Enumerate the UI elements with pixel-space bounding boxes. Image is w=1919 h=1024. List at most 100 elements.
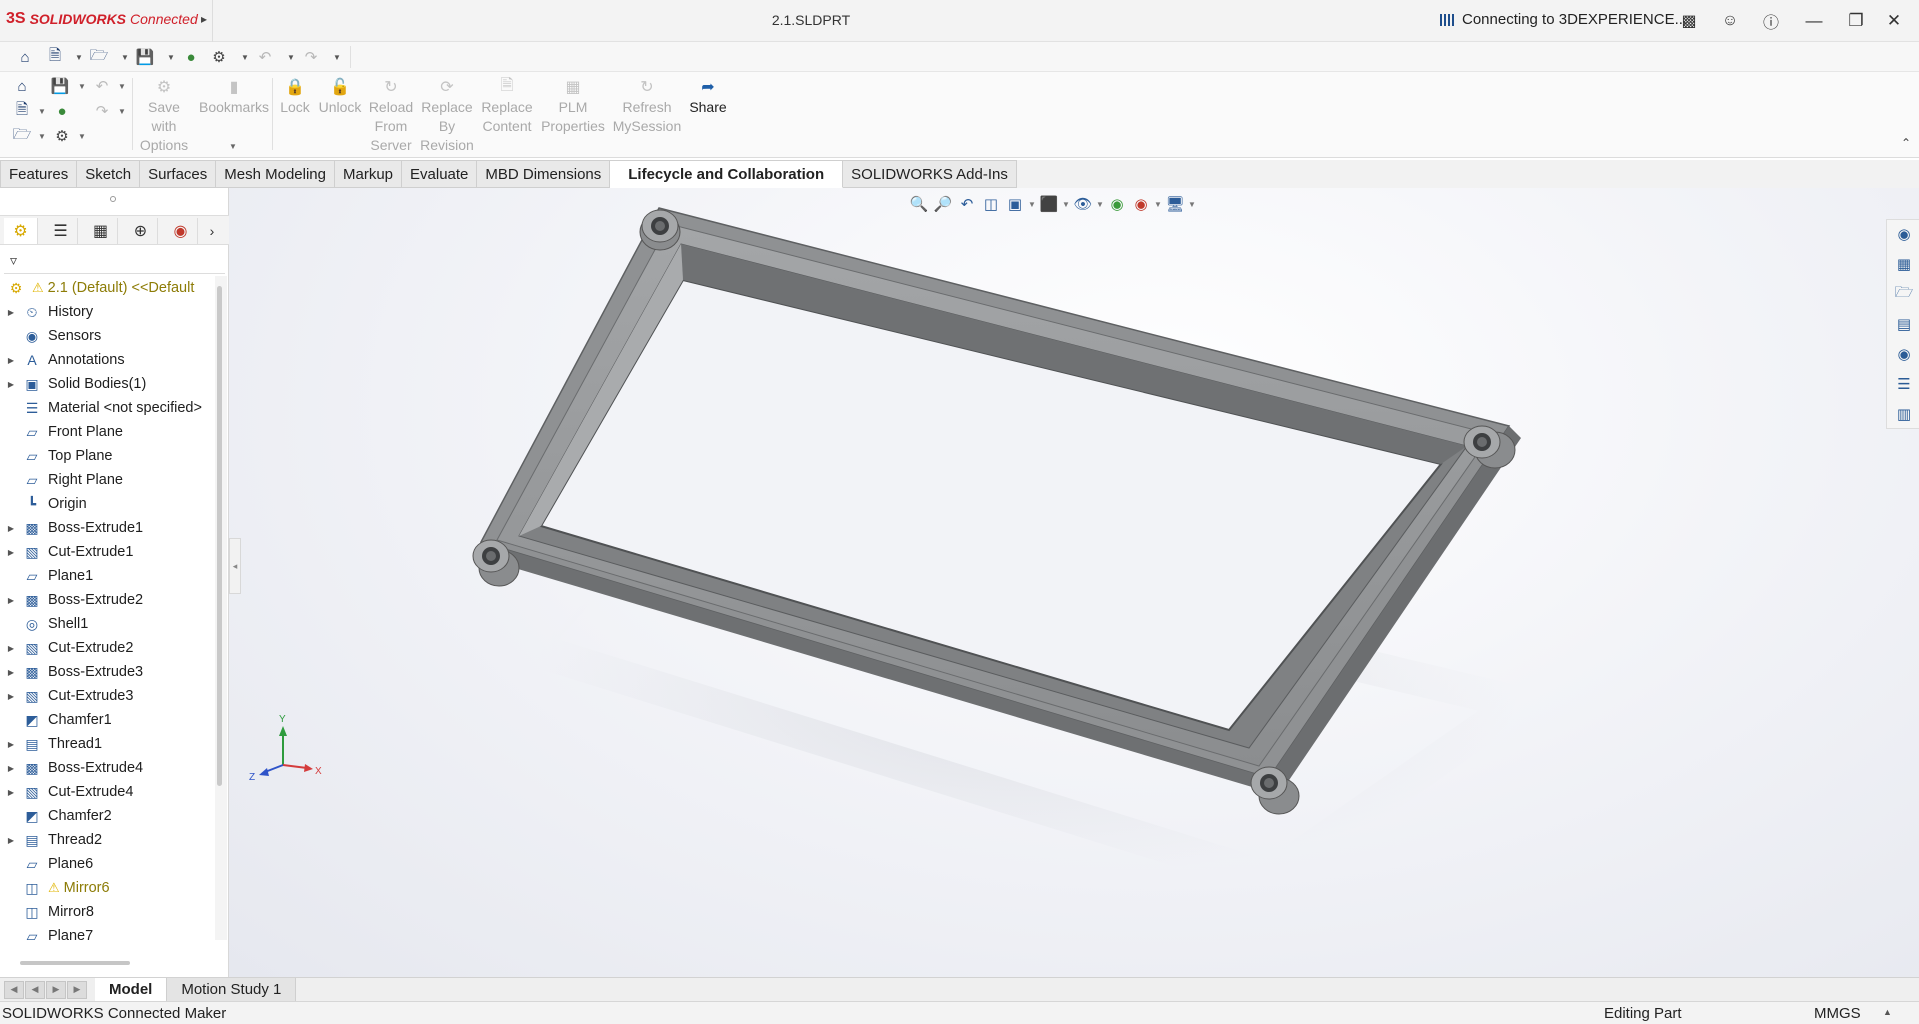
tree-horizontal-scrollbar[interactable]: [20, 961, 130, 965]
new-document-icon[interactable]: 🗎: [12, 101, 32, 121]
close-button[interactable]: ✕: [1880, 8, 1908, 34]
scrollbar-thumb[interactable]: [217, 286, 222, 786]
tree-item[interactable]: ▱ Right Plane: [0, 468, 215, 492]
tree-item[interactable]: ▱ Plane6: [0, 852, 215, 876]
expand-arrow-icon[interactable]: ▶: [0, 308, 22, 317]
view-orientation-dropdown-icon[interactable]: ▼: [1028, 200, 1036, 209]
minimize-button[interactable]: —: [1800, 8, 1828, 34]
dynamic-annotation-icon[interactable]: ▣: [1004, 193, 1026, 215]
expand-arrow-icon[interactable]: ▶: [0, 644, 22, 653]
zoom-to-area-icon[interactable]: 🔎: [932, 193, 954, 215]
traffic-light-icon[interactable]: ●: [52, 101, 72, 121]
design-library-icon[interactable]: ▦: [1894, 254, 1914, 274]
save-icon[interactable]: 💾: [50, 76, 70, 96]
user-icon[interactable]: ☺: [1718, 9, 1742, 33]
save-dropdown-icon[interactable]: ▼: [166, 46, 176, 68]
undo-dropdown-icon[interactable]: ▼: [118, 82, 126, 91]
bookmarks-dropdown-icon[interactable]: ▼: [229, 142, 237, 151]
solidworks-logo[interactable]: 3S SOLIDWORKS Connected: [6, 10, 198, 28]
prev-tab-icon[interactable]: ◀: [25, 980, 45, 999]
expand-arrow-icon[interactable]: ▶: [0, 788, 22, 797]
bookmarks-button[interactable]: ▮ Bookmarks: [198, 76, 270, 117]
property-manager-icon[interactable]: ☰: [44, 218, 78, 244]
tree-item[interactable]: ◉ Sensors: [0, 324, 215, 348]
appearances-icon[interactable]: ◉: [1894, 344, 1914, 364]
section-view-icon[interactable]: ◫: [980, 193, 1002, 215]
display-style-dropdown-icon[interactable]: ▼: [1062, 200, 1070, 209]
home-icon[interactable]: ⌂: [14, 46, 36, 68]
tree-item[interactable]: ▱ Top Plane: [0, 444, 215, 468]
graphics-area[interactable]: Y X Z: [229, 160, 1919, 977]
help-icon[interactable]: ⓘ: [1759, 9, 1783, 33]
expand-arrow-icon[interactable]: ▶: [0, 668, 22, 677]
tree-item[interactable]: ▶ ▩ Boss-Extrude4: [0, 756, 215, 780]
expand-tabs-icon[interactable]: ›: [200, 218, 224, 244]
plm-properties-button[interactable]: ▦ PLM Properties: [538, 76, 608, 136]
apply-scene-icon[interactable]: ◉: [1130, 193, 1152, 215]
scene-dropdown-icon[interactable]: ▼: [1154, 200, 1162, 209]
tree-item[interactable]: ▶ ▧ Cut-Extrude2: [0, 636, 215, 660]
unit-system[interactable]: MMGS: [1814, 1005, 1861, 1022]
expand-arrow-icon[interactable]: ▶: [0, 836, 22, 845]
tree-item[interactable]: ◩ Chamfer2: [0, 804, 215, 828]
next-tab-icon[interactable]: ▶: [46, 980, 66, 999]
terminal-icon[interactable]: ▩: [1677, 9, 1701, 33]
expand-arrow-icon[interactable]: ▶: [0, 524, 22, 533]
last-tab-icon[interactable]: ▶: [67, 980, 87, 999]
home-icon[interactable]: ⌂: [12, 76, 32, 96]
hide-show-items-icon[interactable]: 👁: [1072, 193, 1094, 215]
view-orientation-icon[interactable]: ⬛: [1038, 193, 1060, 215]
tree-item[interactable]: ▱ Front Plane: [0, 420, 215, 444]
dimxpert-manager-icon[interactable]: ⊕: [124, 218, 158, 244]
tree-item[interactable]: ▶ A Annotations: [0, 348, 215, 372]
expand-arrow-icon[interactable]: ▶: [0, 740, 22, 749]
unit-system-dropdown-icon[interactable]: ▲: [1883, 1007, 1892, 1017]
open-dropdown-icon[interactable]: ▼: [38, 132, 46, 141]
tree-item[interactable]: ▱ Plane1: [0, 564, 215, 588]
first-tab-icon[interactable]: ◀: [4, 980, 24, 999]
redo-icon[interactable]: ↷: [92, 101, 112, 121]
tree-item[interactable]: ▶ ▩ Boss-Extrude1: [0, 516, 215, 540]
previous-view-icon[interactable]: ↶: [956, 193, 978, 215]
menu-expand-icon[interactable]: ▸: [201, 12, 207, 26]
lock-button[interactable]: 🔒 Lock: [278, 76, 312, 117]
tree-item[interactable]: ▶ ▤ Thread2: [0, 828, 215, 852]
tree-item[interactable]: ▱ Plane7: [0, 924, 215, 941]
reload-from-server-button[interactable]: ↻ Reload From Server: [366, 76, 416, 155]
open-dropdown-icon[interactable]: ▼: [120, 46, 130, 68]
expand-arrow-icon[interactable]: ▶: [0, 356, 22, 365]
panel-splitter-handle[interactable]: [110, 196, 116, 202]
display-manager-icon[interactable]: ◉: [164, 218, 198, 244]
replace-content-button[interactable]: 🗎 Replace Content: [478, 76, 536, 136]
edit-appearance-icon[interactable]: ◉: [1106, 193, 1128, 215]
save-with-options-button[interactable]: ⚙ Save with Options: [140, 76, 188, 155]
tree-item[interactable]: ◎ Shell1: [0, 612, 215, 636]
tree-item[interactable]: ▶ ▩ Boss-Extrude3: [0, 660, 215, 684]
tree-item[interactable]: ▶ ▧ Cut-Extrude1: [0, 540, 215, 564]
zoom-to-fit-icon[interactable]: 🔍: [908, 193, 930, 215]
3dexperience-icon[interactable]: ◉: [1894, 224, 1914, 244]
configuration-manager-icon[interactable]: ▦: [84, 218, 118, 244]
tab-model[interactable]: Model: [95, 977, 168, 1002]
tab-mbd-dimensions[interactable]: MBD Dimensions: [477, 160, 611, 188]
tree-item[interactable]: ☰ Material <not specified>: [0, 396, 215, 420]
tab-mesh-modeling[interactable]: Mesh Modeling: [216, 160, 335, 188]
unlock-button[interactable]: 🔓 Unlock: [316, 76, 364, 117]
tab-markup[interactable]: Markup: [334, 160, 403, 188]
view-settings-icon[interactable]: 🖥: [1164, 193, 1186, 215]
refresh-mysession-button[interactable]: ↻ Refresh MySession: [610, 76, 684, 136]
tab-evaluate[interactable]: Evaluate: [402, 160, 478, 188]
solidworks-resources-icon[interactable]: ▥: [1894, 404, 1914, 424]
tree-item[interactable]: ▶ ▧ Cut-Extrude4: [0, 780, 215, 804]
new-dropdown-icon[interactable]: ▼: [74, 46, 84, 68]
expand-arrow-icon[interactable]: ▶: [0, 764, 22, 773]
part-model[interactable]: Y X Z: [229, 188, 1919, 977]
save-dropdown-icon[interactable]: ▼: [78, 82, 86, 91]
share-button[interactable]: ➦ Share: [686, 76, 730, 117]
new-document-icon[interactable]: 🗎: [44, 46, 66, 68]
tree-item[interactable]: ▶ ▤ Thread1: [0, 732, 215, 756]
tab-surfaces[interactable]: Surfaces: [140, 160, 217, 188]
collapse-panel-handle[interactable]: ◂: [229, 538, 241, 594]
model-view[interactable]: Y X Z: [229, 188, 1919, 977]
file-explorer-icon[interactable]: 🗁: [1894, 284, 1914, 304]
